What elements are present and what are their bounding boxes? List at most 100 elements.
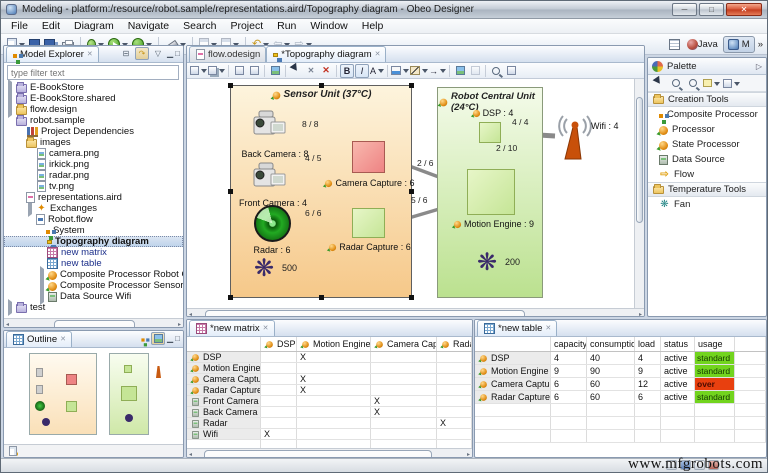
outline-thumbnail[interactable] [4,348,183,446]
line-style-button[interactable]: → [429,64,447,78]
table-row[interactable]: Camera Capture 6 60 12 active over [475,378,766,391]
canvas-horizontal-scrollbar[interactable]: ◂ ▸ [187,308,644,316]
canvas-vertical-scrollbar[interactable] [634,79,644,308]
motion-engine-label[interactable]: Motion Engine : 9 [445,219,541,229]
minimize-view-button[interactable]: ▁ [167,334,173,343]
wifi-node[interactable] [553,115,593,161]
selection-handle[interactable] [319,83,324,88]
explorer-horizontal-scrollbar[interactable]: ◂ ▸ [4,318,183,327]
copy-appearance-button[interactable] [468,64,482,78]
italic-button[interactable]: I [355,63,369,78]
tree-item[interactable]: Data Source Wifi [4,288,183,305]
outline-thumbnail-mode-button[interactable] [151,332,165,345]
matrix-row[interactable]: Wifi X [187,429,472,440]
palette-item-fan[interactable]: ❋ Fan [648,197,766,212]
line-color-button[interactable] [410,64,429,78]
matrix-column-header[interactable]: Motion Engine [297,337,371,351]
sensor-fan-icon[interactable]: ❋ [254,257,274,281]
tree-item[interactable]: radar.png [4,170,183,181]
selection-handle[interactable] [228,83,233,88]
tree-item[interactable]: irkick.png [4,159,183,170]
menu-run[interactable]: Run [270,19,303,34]
close-icon[interactable]: ✕ [60,336,66,344]
tree-item[interactable]: camera.png [4,148,183,159]
selection-handle[interactable] [228,295,233,300]
table-column-header[interactable]: consumption [587,337,635,351]
matrix-row[interactable]: Radar X [187,418,472,429]
tree-item[interactable]: new table [4,258,183,269]
camera-capture-label[interactable]: Camera Capture : 6 [315,178,423,188]
table-row[interactable]: Motion Engine 9 90 9 active standard [475,365,766,378]
menu-help[interactable]: Help [355,19,391,34]
tree-item[interactable]: System [4,225,183,236]
menu-diagram[interactable]: Diagram [67,19,121,34]
edge-label[interactable]: 4 / 5 [305,153,322,163]
minimize-button[interactable]: ─ [672,3,697,16]
zoom-select-button[interactable] [489,64,503,78]
close-icon[interactable]: ✕ [375,51,381,59]
matrix-row[interactable]: Motion Engine [187,363,472,374]
menu-file[interactable]: File [4,19,35,34]
table-column-header[interactable]: load [635,337,661,351]
fill-color-button[interactable] [391,64,410,78]
font-color-button[interactable]: A [370,64,385,78]
palette-header[interactable]: Palette ▷ [648,58,766,75]
selection-handle[interactable] [319,295,324,300]
back-camera-node[interactable] [251,109,289,143]
tree-item[interactable]: tv.png [4,181,183,192]
tree-item[interactable]: E-BookStore.shared [4,90,183,107]
tree-item[interactable]: images [4,137,183,148]
table-column-header[interactable]: status [661,337,695,351]
matrix-column-header[interactable]: DSP [261,337,297,351]
note-attachment-button[interactable] [723,76,740,90]
zoom-out-tool-button[interactable] [686,76,700,90]
tree-item[interactable]: representations.aird [4,192,183,203]
note-tool-button[interactable] [703,76,720,90]
close-icon[interactable]: ✕ [545,325,551,333]
tree-item[interactable]: flow.design [4,101,183,118]
dsp-node[interactable] [479,122,501,143]
edge-label[interactable]: 4 / 4 [512,117,529,127]
zoom-fit-button[interactable] [504,64,518,78]
edge-label[interactable]: 6 / 6 [305,208,322,218]
matrix-row[interactable]: DSP X [187,352,472,363]
matrix-row[interactable]: Radar Capture X [187,385,472,396]
front-camera-node[interactable] [251,161,289,195]
matrix-horizontal-scrollbar[interactable]: ◂ ▸ [187,448,472,457]
maximize-view-button[interactable]: □ [175,49,180,58]
selection-handle[interactable] [228,189,233,194]
matrix-row[interactable]: Front Camera X [187,396,472,407]
table-column-header[interactable]: usage [695,337,735,351]
close-icon[interactable]: ✕ [87,51,93,59]
tab-flow-odesign[interactable]: flow.odesign [189,46,267,62]
selection-handle[interactable] [409,83,414,88]
palette-item-state-processor[interactable]: State Processor [648,137,766,152]
matrix-column-header[interactable]: Camera Capture [371,337,437,351]
bold-button[interactable]: B [340,63,354,78]
link-with-editor-button[interactable]: ↷ [135,47,149,60]
edge-label[interactable]: 8 / 8 [302,119,319,129]
menu-project[interactable]: Project [223,19,270,34]
zoom-in-tool-button[interactable] [669,76,683,90]
radar-label[interactable]: Radar : 6 [239,245,305,255]
matrix-tab[interactable]: *new matrix ✕ [189,320,275,336]
tree-item[interactable]: test [4,299,183,316]
table-row[interactable]: Radar Capture 6 60 6 active standard [475,391,766,404]
menu-navigate[interactable]: Navigate [121,19,176,34]
close-button[interactable]: ✕ [726,3,762,16]
radar-node[interactable] [254,205,291,242]
palette-item-processor[interactable]: Processor [648,122,766,137]
edge-label[interactable]: 5 / 6 [411,195,428,205]
deselect-button[interactable] [289,62,303,78]
radar-capture-label[interactable]: Radar Capture : 6 [315,242,423,252]
matrix-row[interactable]: Camera Capture X [187,374,472,385]
perspective-modeling-button[interactable]: M [722,35,755,53]
robot-fan-icon[interactable]: ❋ [477,251,497,275]
close-icon[interactable]: ✕ [263,325,269,333]
menu-search[interactable]: Search [176,19,223,34]
palette-group-creation-tools[interactable]: Creation Tools [648,92,766,107]
select-hidden-button[interactable] [232,64,246,78]
palette-item-data-source[interactable]: Data Source [648,152,766,167]
select-tool-button[interactable] [652,75,666,90]
tree-item[interactable]: E-BookStore [4,79,183,96]
